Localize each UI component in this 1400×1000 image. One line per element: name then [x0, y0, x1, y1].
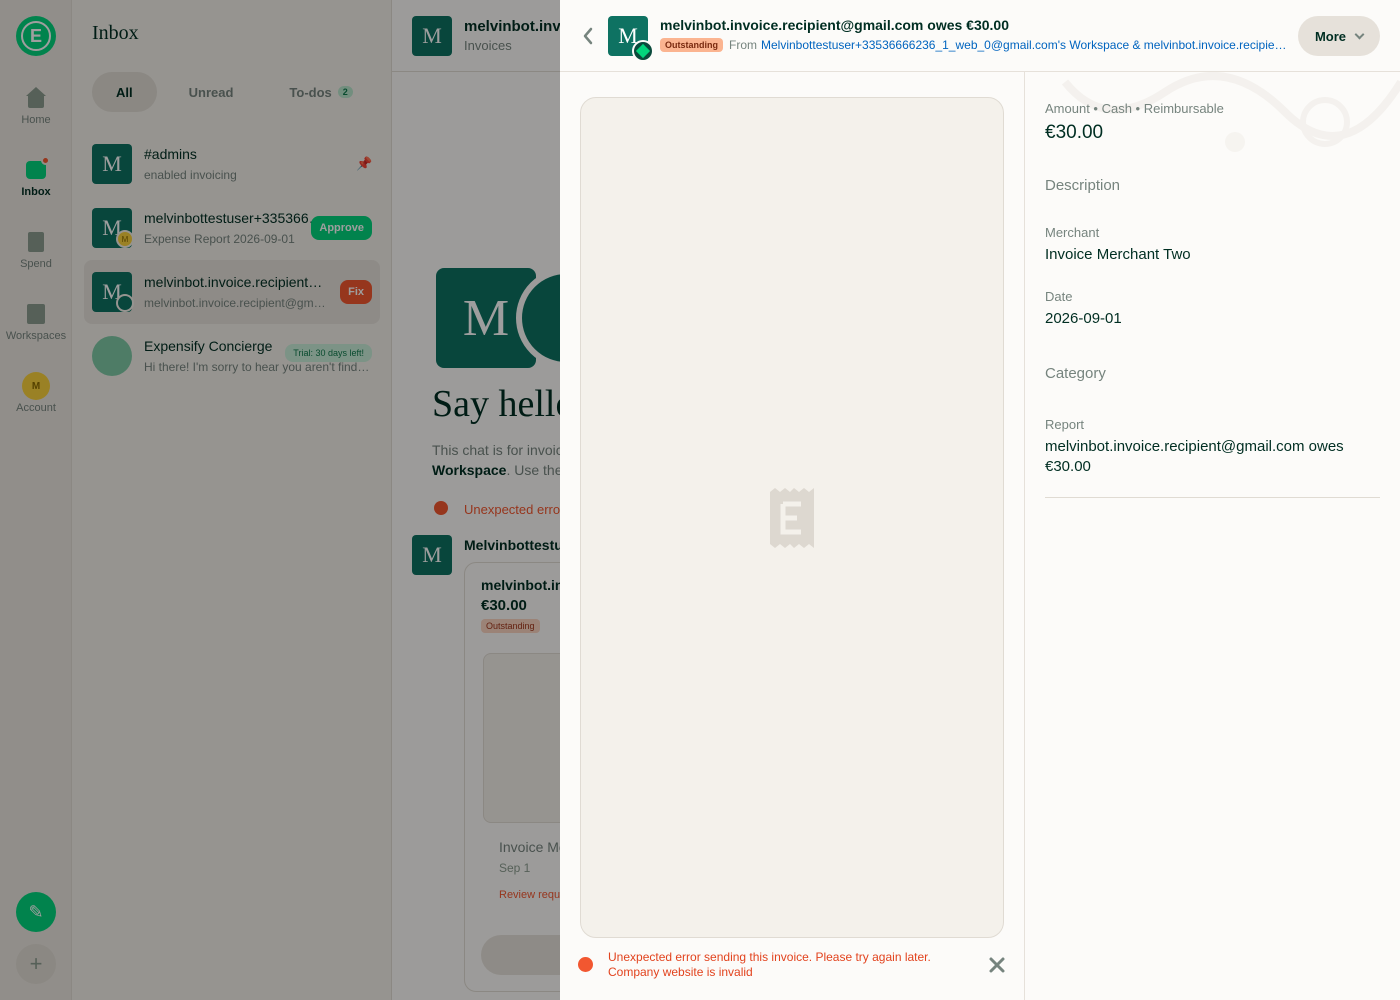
chat-name: #admins: [144, 146, 197, 162]
fix-button[interactable]: Fix: [340, 280, 372, 304]
avatar: M: [412, 535, 452, 575]
nav-rail: E Home Inbox Spend Workspaces M Account …: [0, 0, 72, 1000]
home-icon: [24, 86, 48, 110]
card-amount: €30.00: [481, 597, 527, 614]
merchant-value[interactable]: Invoice Merchant Two: [1045, 246, 1191, 263]
receipt-icon: [24, 230, 48, 254]
trial-badge: Trial: 30 days left!: [285, 344, 372, 362]
chevron-left-icon: [583, 27, 593, 45]
error-dot-icon: [434, 501, 448, 515]
receipt-placeholder-icon: [770, 488, 814, 548]
nav-item-spend[interactable]: Spend: [0, 230, 72, 286]
chat-preview: melvinbot.invoice.recipient@gmail.com ow…: [144, 296, 330, 310]
nav-item-home[interactable]: Home: [0, 86, 72, 142]
nav-label: Account: [16, 402, 56, 414]
building-icon: [24, 302, 48, 326]
nav-label: Spend: [20, 258, 52, 270]
filter-todos[interactable]: To-dos 2: [265, 72, 376, 112]
pin-icon: 📌: [356, 156, 373, 171]
chat-name: melvinbottestuser+33536666236_1_web_0@gm…: [144, 210, 330, 226]
dismiss-error-button[interactable]: [986, 954, 1008, 976]
filter-all[interactable]: All: [92, 72, 157, 112]
description-field[interactable]: Description: [1045, 177, 1120, 194]
nav-label: Inbox: [21, 186, 51, 198]
nav-label: Workspaces: [5, 330, 67, 342]
decorative-illustration: [1061, 72, 1400, 152]
date-label: Date: [1045, 289, 1073, 304]
approve-button[interactable]: Approve: [311, 216, 372, 240]
expense-detail-panel: M melvinbot.invoice.recipient@gmail.com …: [560, 0, 1400, 1000]
compose-icon: ✎: [28, 901, 44, 922]
chat-row-concierge[interactable]: Expensify Concierge Hi there! I'm sorry …: [84, 324, 380, 388]
from-label: From: [729, 38, 757, 52]
from-workspace-link[interactable]: Melvinbottestuser+33536666236_1_web_0@gm…: [761, 38, 1292, 52]
chat-preview: enabled invoicing: [144, 168, 237, 182]
chat-preview: Expense Report 2026-09-01: [144, 232, 295, 246]
panel-title: melvinbot.invoice.recipient@gmail.com ow…: [660, 17, 1009, 33]
back-button[interactable]: [576, 22, 600, 50]
create-button[interactable]: ✎: [16, 892, 56, 932]
report-value[interactable]: melvinbot.invoice.recipient@gmail.com ow…: [1045, 437, 1365, 477]
plus-icon: +: [29, 951, 43, 976]
chat-header-subtitle: Invoices: [464, 38, 512, 53]
amount-label: Amount • Cash • Reimbursable: [1045, 101, 1224, 116]
chat-row-expense-report[interactable]: M M melvinbottestuser+33536666236_1_web_…: [84, 196, 380, 260]
nav-label: Home: [21, 114, 51, 126]
avatar: M: [22, 372, 50, 400]
unread-dot: [41, 156, 50, 165]
sub-avatar: M: [116, 230, 134, 248]
panel-subtitle: Outstanding From Melvinbottestuser+33536…: [660, 38, 1292, 52]
error-dot-icon: [578, 957, 593, 972]
inbox-filters: All Unread To-dos 2: [92, 72, 377, 112]
category-field[interactable]: Category: [1045, 365, 1106, 382]
chat-name: melvinbot.invoice.recipient@gmail.com: [144, 274, 330, 290]
chat-row-invoice[interactable]: M melvinbot.invoice.recipient@gmail.com …: [84, 260, 380, 324]
inbox-title: Inbox: [92, 22, 139, 44]
nav-item-account[interactable]: M Account: [0, 372, 72, 430]
report-label: Report: [1045, 417, 1085, 432]
chat-row-admins[interactable]: M #admins enabled invoicing 📌: [84, 132, 380, 196]
workspace-sub-avatar: [632, 40, 654, 62]
panel-header: M melvinbot.invoice.recipient@gmail.com …: [560, 0, 1400, 72]
expense-details: Amount • Cash • Reimbursable €30.00 Desc…: [1024, 72, 1400, 1000]
error-message: Unexpected error sending this invoice. P…: [608, 950, 931, 979]
card-date: Sep 1: [499, 861, 531, 875]
filter-unread[interactable]: Unread: [165, 72, 258, 112]
more-button[interactable]: More: [1298, 16, 1380, 56]
nav-item-workspaces[interactable]: Workspaces: [0, 302, 72, 358]
date-value[interactable]: 2026-09-01: [1045, 310, 1122, 327]
todos-count-badge: 2: [337, 86, 353, 98]
chevron-down-icon: [1354, 29, 1365, 39]
chat-preview: Hi there! I'm sorry to hear you aren't f…: [144, 360, 370, 374]
receipt-drop-area[interactable]: [580, 97, 1004, 938]
close-icon: [989, 957, 1005, 973]
chat-name: Expensify Concierge: [144, 338, 273, 354]
logo-letter: E: [21, 21, 51, 51]
expensify-logo[interactable]: E: [16, 16, 56, 56]
avatar: M: [412, 16, 452, 56]
inbox-panel: Inbox All Unread To-dos 2 M #admins enabl…: [72, 0, 392, 1000]
sub-avatar: [116, 294, 134, 312]
inbox-icon: [24, 156, 50, 182]
amount-value[interactable]: €30.00: [1045, 122, 1103, 144]
avatar: M: [92, 144, 132, 184]
nav-item-inbox[interactable]: Inbox: [0, 156, 72, 214]
status-badge: Outstanding: [660, 38, 723, 52]
add-button[interactable]: +: [16, 944, 56, 984]
merchant-label: Merchant: [1045, 225, 1100, 240]
concierge-avatar: [92, 336, 132, 376]
status-badge: Outstanding: [481, 619, 540, 633]
divider: [1045, 497, 1380, 498]
